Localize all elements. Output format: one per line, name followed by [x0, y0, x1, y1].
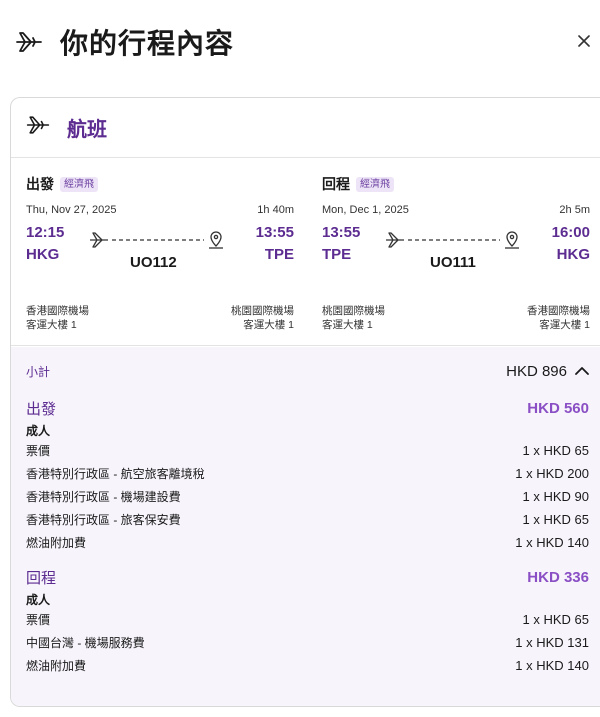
- price-item-name: 票價: [26, 613, 51, 627]
- price-line-item: 香港特別行政區 - 機場建設費 1 x HKD 90: [26, 485, 600, 508]
- depart-code: HKG: [26, 246, 60, 263]
- arrive-time: 16:00: [551, 224, 590, 241]
- depart-terminal: 客運大樓 1: [26, 319, 77, 331]
- cabin-badge: 經濟飛: [356, 176, 394, 192]
- price-line-item: 香港特別行政區 - 旅客保安費 1 x HKD 65: [26, 508, 600, 531]
- outbound-date: Thu, Nov 27, 2025: [26, 204, 117, 216]
- price-item-name: 中國台灣 - 機場服務費: [26, 636, 145, 650]
- return-price-amount: HKD 336: [527, 568, 589, 586]
- arrive-terminal: 客運大樓 1: [243, 319, 294, 331]
- outbound-direction: 出發: [26, 176, 54, 192]
- price-line-item: 票價 1 x HKD 65: [26, 608, 600, 631]
- price-item-name: 香港特別行政區 - 機場建設費: [26, 490, 181, 504]
- flight-legs: 出發 經濟飛 Thu, Nov 27, 2025 1h 40m 12:15 HK…: [11, 158, 600, 346]
- return-leg: 回程 經濟飛 Mon, Dec 1, 2025 2h 5m 13:55 TPE …: [322, 174, 590, 331]
- outbound-price-label: 出發: [26, 400, 57, 418]
- arrive-code: HKG: [556, 246, 590, 263]
- arrive-terminal: 客運大樓 1: [539, 319, 590, 331]
- price-item-amount: 1 x HKD 65: [522, 612, 589, 627]
- outbound-leg: 出發 經濟飛 Thu, Nov 27, 2025 1h 40m 12:15 HK…: [26, 174, 294, 331]
- return-price-label: 回程: [26, 569, 57, 587]
- price-item-amount: 1 x HKD 200: [515, 466, 589, 481]
- price-line-item: 燃油附加費 1 x HKD 140: [26, 654, 600, 677]
- depart-time: 12:15: [26, 224, 65, 241]
- price-item-amount: 1 x HKD 65: [522, 443, 589, 458]
- price-item-name: 票價: [26, 444, 51, 458]
- passenger-type: 成人: [26, 423, 51, 438]
- route-line-icon: [90, 231, 223, 249]
- price-item-amount: 1 x HKD 65: [522, 512, 589, 527]
- close-icon: [578, 35, 590, 47]
- return-date: Mon, Dec 1, 2025: [322, 204, 409, 216]
- subtotal-toggle[interactable]: 小計 HKD 896: [26, 347, 600, 395]
- price-summary: 小計 HKD 896 出發 HKD 560 成人 票價 1 x HKD 65 香港特…: [11, 347, 600, 706]
- flight-number: UO112: [130, 254, 177, 271]
- price-item-amount: 1 x HKD 131: [515, 635, 589, 650]
- return-direction: 回程: [322, 176, 350, 192]
- close-button[interactable]: [574, 31, 594, 51]
- subtotal-amount: HKD 896: [506, 362, 567, 380]
- depart-code: TPE: [322, 246, 352, 263]
- return-duration: 2h 5m: [559, 204, 590, 216]
- depart-airport-name: 香港國際機場: [26, 305, 89, 317]
- price-item-name: 香港特別行政區 - 航空旅客離境稅: [26, 467, 205, 481]
- arrive-time: 13:55: [255, 224, 294, 241]
- airplane-icon: [25, 112, 51, 143]
- outbound-price-amount: HKD 560: [527, 399, 589, 417]
- price-item-amount: 1 x HKD 90: [522, 489, 589, 504]
- price-line-item: 燃油附加費 1 x HKD 140: [26, 531, 600, 554]
- chevron-up-icon: [575, 367, 589, 375]
- outbound-price-header: 出發 HKD 560: [26, 395, 600, 421]
- depart-terminal: 客運大樓 1: [322, 319, 373, 331]
- card-title: 航班: [67, 119, 107, 141]
- price-item-amount: 1 x HKD 140: [515, 535, 589, 550]
- return-price-header: 回程 HKD 336: [26, 564, 600, 590]
- return-price-items: 票價 1 x HKD 65 中國台灣 - 機場服務費 1 x HKD 131 燃油附加費…: [26, 608, 600, 677]
- card-header: 航班: [11, 98, 600, 158]
- price-line-item: 香港特別行政區 - 航空旅客離境稅 1 x HKD 200: [26, 462, 600, 485]
- price-item-name: 香港特別行政區 - 旅客保安費: [26, 513, 181, 527]
- arrive-code: TPE: [264, 246, 294, 263]
- price-item-name: 燃油附加費: [26, 536, 87, 550]
- depart-airport-name: 桃園國際機場: [322, 305, 385, 317]
- arrive-airport: 香港國際機場 客運大樓 1: [527, 304, 590, 332]
- route-line-icon: [386, 231, 519, 249]
- outbound-price-items: 票價 1 x HKD 65 香港特別行政區 - 航空旅客離境稅 1 x HKD 200…: [26, 439, 600, 554]
- subtotal-label: 小計: [26, 364, 51, 379]
- flight-number: UO111: [430, 254, 476, 271]
- price-line-item: 中國台灣 - 機場服務費 1 x HKD 131: [26, 631, 600, 654]
- price-item-name: 燃油附加費: [26, 659, 87, 673]
- price-item-amount: 1 x HKD 140: [515, 658, 589, 673]
- outbound-duration: 1h 40m: [257, 204, 294, 216]
- arrive-airport-name: 桃園國際機場: [231, 305, 294, 317]
- flight-card: 航班 出發 經濟飛 Thu, Nov 27, 2025 1h 40m 12:15…: [10, 97, 600, 707]
- subtotal-amount-wrap: HKD 896: [506, 363, 589, 380]
- airplane-icon: [12, 25, 46, 59]
- arrive-airport: 桃園國際機場 客運大樓 1: [231, 304, 294, 332]
- page-title: 你的行程內容: [60, 28, 235, 59]
- depart-time: 13:55: [322, 224, 361, 241]
- cabin-badge: 經濟飛: [60, 176, 98, 192]
- arrive-airport-name: 香港國際機場: [527, 305, 590, 317]
- depart-airport: 桃園國際機場 客運大樓 1: [322, 304, 385, 332]
- price-line-item: 票價 1 x HKD 65: [26, 439, 600, 462]
- depart-airport: 香港國際機場 客運大樓 1: [26, 304, 89, 332]
- page-header: 你的行程內容: [12, 22, 600, 62]
- passenger-type: 成人: [26, 592, 51, 607]
